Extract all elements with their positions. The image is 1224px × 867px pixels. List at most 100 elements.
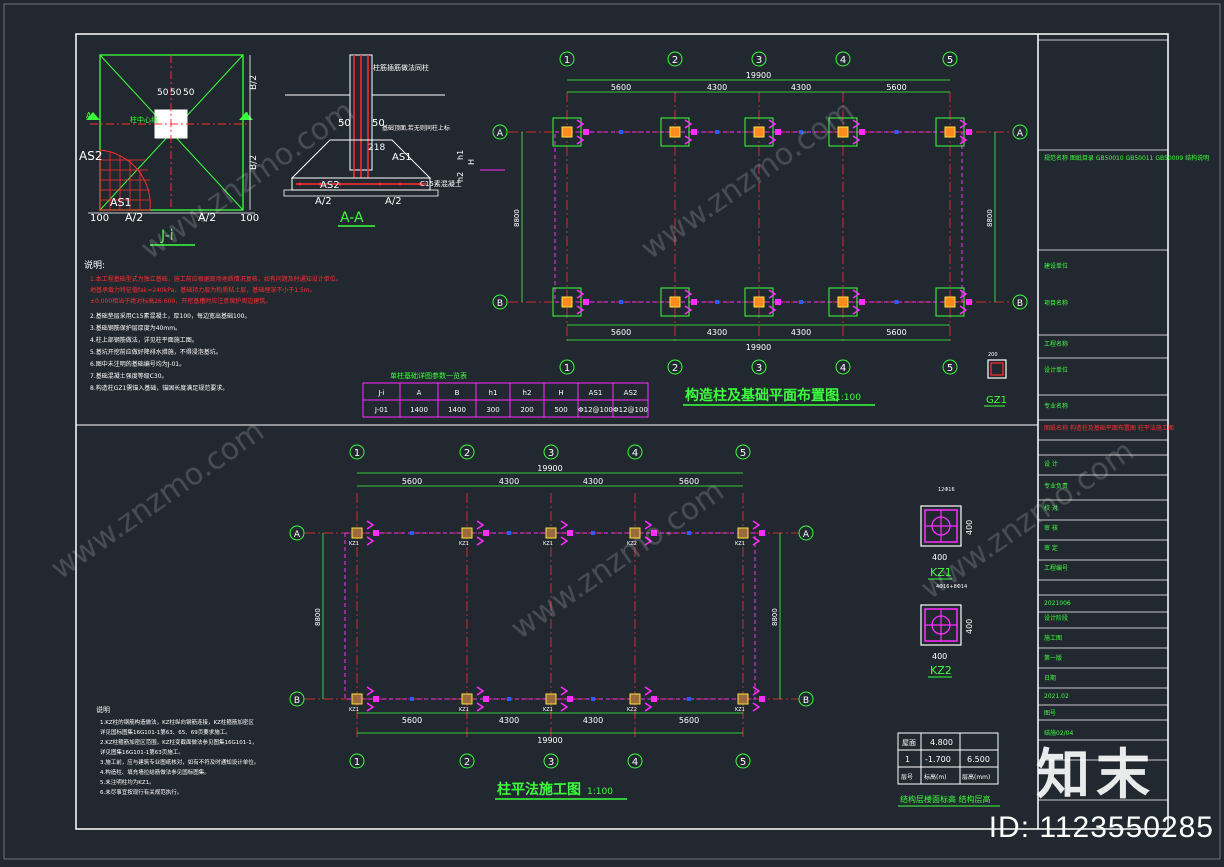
sec-a2-2: A/2 [385, 196, 402, 207]
axis-label: A [294, 530, 301, 540]
kz2-h: 400 [965, 619, 974, 634]
dim-top-3: 50 [183, 88, 195, 98]
column-mark [461, 527, 473, 539]
rebar-tag [373, 530, 379, 536]
plan2-note: 5.未注明柱均为KZ1。 [100, 778, 155, 786]
t1-header: h1 [489, 389, 498, 397]
plan-scale: 1:100 [835, 393, 861, 403]
column-mark [737, 527, 749, 539]
axis-label: 2 [672, 55, 678, 66]
plan2-notes-head: 说明 [96, 705, 110, 714]
gz1-detail: 200 GZ1 [984, 352, 1007, 407]
note-3: ±0.000相当于绝对标高26.600，开挖基槽时应注意保护周边建筑。 [90, 297, 271, 305]
note-1: 1.本工程基础型式为独立基础，施工前应根据现场地质情况复核，如有问题及时通知设计… [90, 275, 342, 283]
plan-title: 构造柱及基础平面布置图 [685, 387, 839, 404]
rebar-tag [966, 299, 972, 305]
kz1-h: 400 [965, 520, 974, 535]
rebar-tag [759, 530, 765, 536]
column-mark [944, 296, 956, 308]
axis-label: 1 [564, 363, 570, 374]
plan2-note: 6.未尽事宜按现行有关规范执行。 [100, 788, 182, 796]
rebar-tag [373, 696, 379, 702]
sec-as2: AS2 [320, 180, 340, 191]
dim-side: 8800 [513, 209, 521, 227]
sec-a2-1: A/2 [315, 196, 332, 207]
tb-text: 项目名称 [1044, 299, 1068, 307]
levels-caption: 结构层楼面标高 结构层高 [900, 794, 991, 804]
col-label: KZ1 [349, 707, 359, 713]
dim-top-1: 50 [157, 88, 169, 98]
column-mark [561, 126, 573, 138]
watermark: www.znzmo.com www.znzmo.com www.znzmo.co… [45, 94, 1141, 647]
axis-label: 3 [756, 363, 762, 374]
kz1-note: 12Φ16 [938, 487, 955, 493]
kz2-w: 400 [932, 652, 947, 661]
col-label: KZ2 [627, 707, 637, 713]
column-mark [669, 296, 681, 308]
gz1-dim: 200 [988, 352, 998, 358]
gz-marker [715, 130, 719, 134]
t1-header: h2 [523, 389, 532, 397]
t1-cell: 500 [554, 406, 567, 414]
gz-marker [894, 130, 899, 134]
gz-marker [715, 300, 719, 304]
t1-header: AS2 [624, 389, 638, 397]
wm-4: www.znzmo.com [505, 474, 731, 647]
footing-table: 单柱基础详图参数一览表 J-i J-01 A 1400 B 1400 h1 300 h2 200 H… [362, 371, 649, 418]
rebar-tag [483, 530, 489, 536]
levels-table: 屋面 4.800 1 -1.700 6.500 层号 标高(m) 层高(mm) … [897, 732, 1000, 807]
axis-label: 4 [632, 448, 638, 459]
tb-text: 施工图 [1044, 634, 1062, 642]
axis-label: 5 [947, 363, 953, 374]
col-center-label: 柱中心线 [130, 115, 158, 124]
tb-text: 专业名称 [1044, 402, 1068, 410]
axis-label: B [497, 299, 503, 309]
dim-text: 5600 [679, 716, 699, 725]
dim-side: 8800 [771, 608, 779, 626]
rebar-tag [651, 696, 657, 702]
tb-text: 第一版 [1044, 654, 1062, 662]
gz-marker [799, 300, 803, 304]
note-4: 2.基础垫层采用C15素混凝土，厚100，每边宽出基础100。 [90, 312, 250, 320]
rebar-tag [583, 129, 589, 135]
lvl-h2: 标高(m) [924, 773, 947, 781]
axis-label: A [497, 129, 504, 139]
dim-total: 19900 [746, 71, 771, 80]
lvl-r1-c1: 屋面 [902, 739, 916, 747]
drawing-canvas: A A 50 50 50 柱中心线 B/2 B/2 AS2 AS1 100 A/… [0, 0, 1224, 863]
dim-text: 4300 [499, 716, 519, 725]
kz2-label: KZ2 [930, 664, 952, 677]
axis-label: 3 [548, 757, 554, 768]
axis-label: 2 [672, 363, 678, 374]
note-7: 5.基坑开挖前应做好降排水措施，不得浸泡基坑。 [90, 348, 222, 356]
column-mark [753, 296, 765, 308]
column-mark [837, 296, 849, 308]
dim-text: 5600 [402, 716, 422, 725]
col-label: KZ1 [459, 707, 469, 713]
bottom-dim-4: 100 [240, 213, 259, 224]
note-6: 4.柱上部钢筋做法，详见柱平面施工图。 [90, 336, 198, 344]
dim-text: 5600 [402, 477, 422, 486]
lvl-r1-c2: 4.800 [930, 738, 953, 747]
brand-logo: 知末 [1036, 743, 1156, 806]
column-mark [737, 693, 749, 705]
axis-label: B [803, 696, 809, 706]
axis-label: 4 [632, 757, 638, 768]
col-label: KZ1 [735, 541, 745, 547]
rebar-tag [567, 696, 573, 702]
tb-text: 设计阶段 [1044, 614, 1068, 622]
t1-cell: 300 [486, 406, 499, 414]
foundation-plan: 1 1 2 2 3 3 4 4 5 5 A A B B 5600 5600 4300 4300 4300 4300 56… [492, 51, 1028, 406]
gz-marker [507, 531, 511, 535]
rebar-tag [775, 129, 781, 135]
tb-text: 工程编号 [1044, 564, 1068, 572]
as1-label: AS1 [110, 196, 132, 209]
gz-marker [591, 697, 595, 701]
t1-cell: 200 [520, 406, 533, 414]
plan2-note: 1.KZ柱的钢筋构造做法，KZ柱纵向钢筋连接，KZ柱箍筋加密区 [100, 718, 254, 726]
sec-H: H [467, 159, 476, 165]
gz-marker [410, 531, 414, 535]
t1-cell: J-01 [374, 406, 388, 414]
plan2-note: 详见图集16G101-1第63页施工。 [100, 748, 184, 756]
axis-label: 4 [840, 55, 846, 66]
